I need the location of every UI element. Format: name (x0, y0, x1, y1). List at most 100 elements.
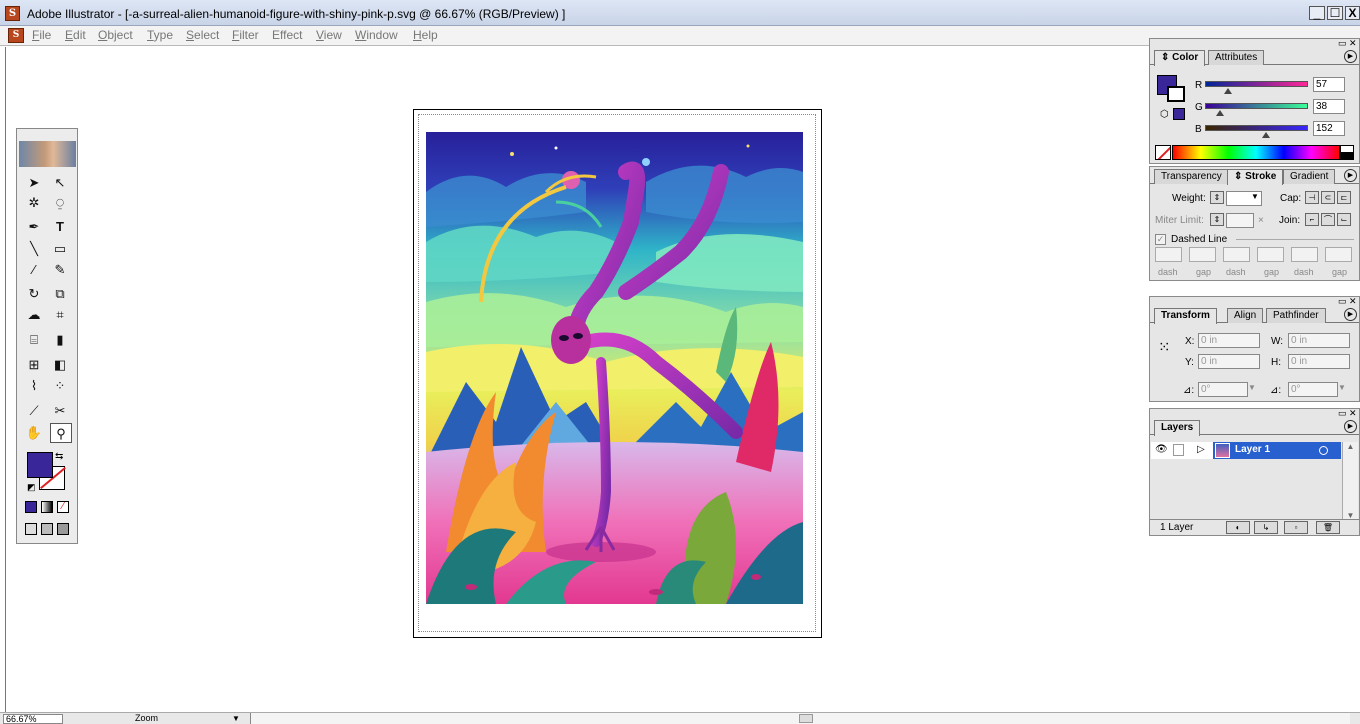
transform-panel-close-icon[interactable]: ✕ (1349, 297, 1357, 306)
tab-align[interactable]: Align (1227, 308, 1264, 323)
none-color-swatch[interactable] (1155, 145, 1171, 160)
shear-dropdown-icon[interactable]: ▼ (1338, 383, 1346, 392)
gamut-swatch[interactable] (1173, 108, 1185, 120)
miter-join-button[interactable]: ⌐ (1305, 213, 1319, 226)
free-transform-tool-icon[interactable]: ⌗ (49, 305, 71, 325)
reference-point-icon[interactable]: ⁙ (1158, 339, 1176, 357)
layer-selected-highlight[interactable]: Layer 1 (1213, 442, 1341, 459)
rotate-tool-icon[interactable]: ↻ (23, 284, 45, 304)
expand-triangle-icon[interactable]: ▷ (1197, 444, 1205, 455)
weight-dropdown-icon[interactable]: ▼ (1248, 191, 1262, 204)
b-value-field[interactable]: 152 (1313, 121, 1345, 136)
dashed-line-checkbox[interactable]: ✓ (1155, 234, 1166, 245)
tab-pathfinder[interactable]: Pathfinder (1266, 308, 1326, 323)
new-sublayer-button[interactable]: ↳ (1254, 521, 1278, 534)
scale-tool-icon[interactable]: ⧉ (49, 284, 71, 304)
pencil-tool-icon[interactable]: ✎ (49, 260, 71, 280)
dash-field-3[interactable] (1291, 247, 1318, 262)
zoom-level-field[interactable]: 66.67% (3, 714, 63, 724)
layer-row[interactable]: 👁 ▷ Layer 1 (1151, 442, 1341, 459)
layers-panel-close-icon[interactable]: ✕ (1349, 409, 1357, 418)
warp-tool-icon[interactable]: ☁ (23, 305, 45, 325)
target-icon[interactable] (1319, 446, 1328, 455)
menu-view[interactable]: View (316, 28, 342, 42)
gap-field-1[interactable] (1189, 247, 1216, 262)
b-slider[interactable] (1205, 125, 1308, 131)
menu-type[interactable]: Type (147, 28, 173, 42)
rectangle-tool-icon[interactable]: ▭ (49, 239, 71, 259)
stroke-panel-menu-icon[interactable]: ▶ (1344, 169, 1357, 182)
slice-tool-icon[interactable]: ⟋ (23, 401, 45, 421)
horizontal-scrollbar[interactable] (250, 713, 1350, 724)
alien-artwork[interactable] (426, 132, 803, 604)
maximize-button[interactable]: ☐ (1327, 6, 1343, 20)
butt-cap-button[interactable]: ⊣ (1305, 191, 1319, 204)
shear-field[interactable]: 0° (1288, 382, 1338, 397)
full-screen-mode-icon[interactable] (57, 523, 69, 535)
paintbrush-tool-icon[interactable]: ⁄ (23, 260, 45, 280)
tab-transform[interactable]: Transform (1154, 308, 1217, 324)
menu-object[interactable]: Object (98, 28, 133, 42)
r-slider-thumb[interactable] (1224, 88, 1233, 94)
h-field[interactable]: 0 in (1288, 354, 1350, 369)
status-menu-arrow-icon[interactable]: ▼ (232, 714, 240, 723)
b-slider-thumb[interactable] (1262, 132, 1271, 138)
layers-panel-minimize-icon[interactable]: ▭ (1338, 409, 1347, 418)
menu-edit[interactable]: Edit (65, 28, 86, 42)
hand-tool-icon[interactable]: ✋ (23, 423, 45, 443)
tab-layers[interactable]: Layers (1154, 420, 1201, 436)
standard-screen-mode-icon[interactable] (25, 523, 37, 535)
dash-field-2[interactable] (1223, 247, 1250, 262)
horizontal-scroll-thumb[interactable] (799, 714, 813, 723)
bevel-join-button[interactable]: ⌙ (1337, 213, 1351, 226)
lock-toggle[interactable] (1173, 444, 1184, 456)
none-mode-icon[interactable]: ⁄ (57, 501, 69, 513)
miter-field[interactable] (1226, 213, 1254, 228)
close-button[interactable]: X (1345, 6, 1360, 20)
menu-filter[interactable]: Filter (232, 28, 259, 42)
panel-close-icon[interactable]: ✕ (1349, 39, 1357, 48)
layers-panel-menu-icon[interactable]: ▶ (1344, 420, 1357, 433)
menu-window[interactable]: Window (355, 28, 398, 42)
full-screen-menu-mode-icon[interactable] (41, 523, 53, 535)
rotate-dropdown-icon[interactable]: ▼ (1248, 383, 1256, 392)
round-cap-button[interactable]: ⊂ (1321, 191, 1335, 204)
selection-tool-icon[interactable]: ➤ (23, 173, 45, 193)
symbol-sprayer-tool-icon[interactable]: ⌸ (23, 330, 45, 350)
dash-field-1[interactable] (1155, 247, 1182, 262)
tab-stroke[interactable]: ⇕ Stroke (1227, 169, 1284, 185)
gap-field-3[interactable] (1325, 247, 1352, 262)
type-tool-icon[interactable]: T (49, 217, 71, 237)
scissors-tool-icon[interactable]: ✂ (49, 401, 71, 421)
magic-wand-tool-icon[interactable]: ✲ (23, 193, 45, 213)
gap-field-2[interactable] (1257, 247, 1284, 262)
tab-transparency[interactable]: Transparency (1154, 169, 1229, 184)
pen-tool-icon[interactable]: ✒ (23, 217, 45, 237)
rotate-field[interactable]: 0° (1198, 382, 1248, 397)
black-swatch[interactable] (1340, 152, 1354, 160)
miter-stepper[interactable]: ⇕ (1210, 213, 1224, 226)
delete-layer-icon[interactable]: 🗑 (1316, 521, 1340, 534)
menu-effect[interactable]: Effect (272, 28, 302, 42)
lasso-tool-icon[interactable]: ⍜ (49, 193, 71, 213)
graph-tool-icon[interactable]: ▮ (49, 330, 71, 350)
g-value-field[interactable]: 38 (1313, 99, 1345, 114)
r-slider[interactable] (1205, 81, 1308, 87)
menu-help[interactable]: Help (413, 28, 438, 42)
zoom-tool-icon[interactable]: ⚲ (50, 423, 72, 443)
round-join-button[interactable]: ⌒ (1321, 213, 1335, 226)
make-clipping-mask-button[interactable]: ◐ (1226, 521, 1250, 534)
mesh-tool-icon[interactable]: ⊞ (23, 355, 45, 375)
eye-icon[interactable]: 👁 (1155, 444, 1168, 455)
default-colors-icon[interactable]: ◩ (27, 482, 36, 493)
eyedropper-tool-icon[interactable]: ⌇ (23, 376, 45, 396)
w-field[interactable]: 0 in (1288, 333, 1350, 348)
color-stroke-swatch[interactable] (1167, 86, 1185, 102)
minimize-button[interactable]: _ (1309, 6, 1325, 20)
swap-fill-stroke-icon[interactable]: ⇆ (55, 451, 63, 462)
blend-tool-icon[interactable]: ⁘ (49, 376, 71, 396)
color-mode-icon[interactable] (25, 501, 37, 513)
g-slider[interactable] (1205, 103, 1308, 109)
gradient-mode-icon[interactable] (41, 501, 53, 513)
projecting-cap-button[interactable]: ⊏ (1337, 191, 1351, 204)
